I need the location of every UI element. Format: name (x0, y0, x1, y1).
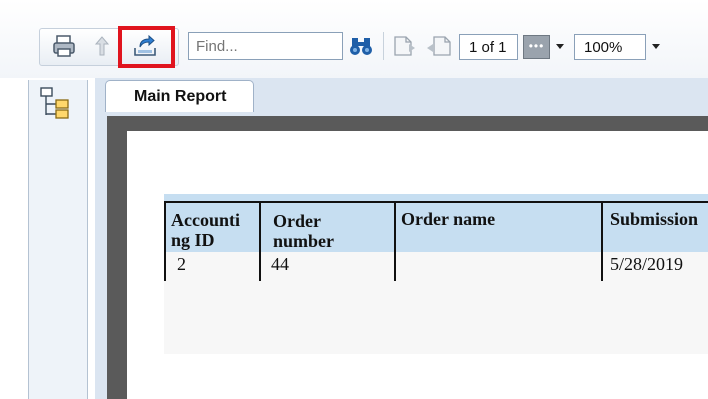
left-margin (0, 78, 28, 399)
zoom-dropdown-arrow-icon[interactable] (652, 44, 660, 49)
print-icon (53, 35, 75, 57)
find-input[interactable] (188, 32, 343, 60)
column-header-accounting-id: Accounti ng ID (171, 210, 240, 250)
column-divider (394, 201, 396, 281)
tab-main-report[interactable]: Main Report (105, 80, 254, 112)
column-divider (259, 201, 261, 281)
binoculars-icon (350, 38, 372, 55)
column-header-submission: Submission (610, 209, 699, 229)
toggle-group-tree-button[interactable] (39, 86, 71, 125)
cell-accounting-id: 2 (177, 254, 186, 274)
column-header-order-name: Order name (401, 209, 496, 229)
group-tree-icon (40, 87, 69, 119)
page-dropdown-arrow-icon[interactable] (556, 44, 564, 49)
toolbar-separator (383, 32, 384, 60)
find-button[interactable] (347, 32, 375, 60)
zoom-select[interactable]: 100% (574, 34, 646, 60)
page-navigation-more-button[interactable]: ••• (523, 35, 550, 59)
next-page-button[interactable] (425, 32, 453, 60)
up-arrow-icon (94, 36, 110, 56)
page-indicator[interactable]: 1 of 1 (459, 34, 518, 60)
cell-submission: 5/28/2019 (610, 254, 684, 274)
group-tree-panel (28, 80, 88, 399)
prev-page-icon (394, 36, 415, 56)
column-divider (601, 201, 603, 281)
column-divider (164, 201, 166, 281)
export-button-highlight (118, 26, 175, 68)
up-button[interactable] (88, 32, 116, 60)
previous-page-button[interactable] (390, 32, 418, 60)
print-button[interactable] (50, 32, 78, 60)
column-header-order-number: Order number (273, 211, 335, 251)
cell-order-number: 44 (271, 254, 289, 274)
next-page-icon (427, 36, 451, 56)
table-top-border (164, 201, 708, 203)
